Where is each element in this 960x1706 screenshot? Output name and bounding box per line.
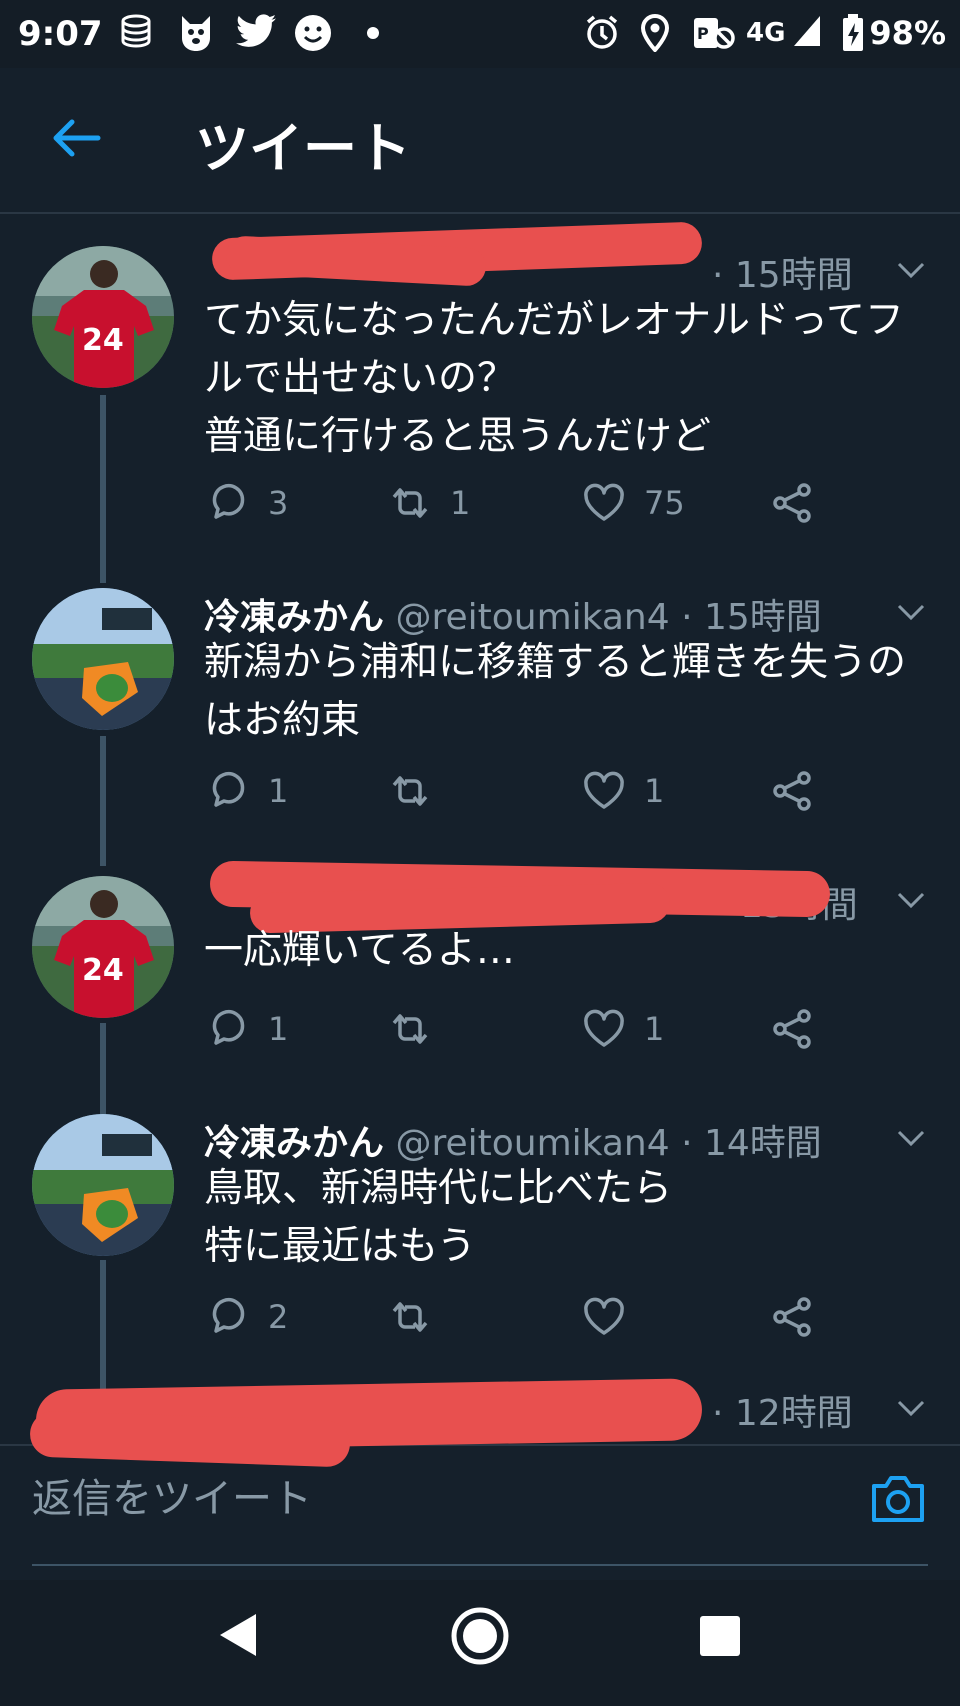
status-bar: 9:07 P 4G 98% xyxy=(0,0,960,68)
reply-button[interactable]: 2 xyxy=(206,1292,288,1342)
reply-button[interactable]: 1 xyxy=(206,1004,288,1054)
like-count: 1 xyxy=(644,1010,665,1048)
chevron-down-icon[interactable] xyxy=(896,890,926,910)
share-button[interactable] xyxy=(770,1292,814,1342)
alarm-icon xyxy=(584,14,620,60)
tweet-text: 鳥取、新潟時代に比べたら 特に最近はもう xyxy=(204,1166,673,1269)
tweet-time: · 15時間 xyxy=(681,597,822,638)
retweet-button[interactable] xyxy=(388,766,450,816)
share-icon xyxy=(773,483,811,523)
heart-icon xyxy=(584,1009,624,1047)
retweet-icon xyxy=(392,488,428,518)
reply-button[interactable]: 3 xyxy=(206,478,288,528)
tweet-item[interactable]: 冷凍みかん @reitoumikan4 · 14時間 鳥取、新潟時代に比べたら … xyxy=(0,1096,960,1337)
tweet-actions: 1 1 xyxy=(204,766,844,816)
tweet-time: · 12時間 xyxy=(712,1393,853,1434)
divider xyxy=(32,1564,928,1566)
battery-percent: 98% xyxy=(869,14,946,52)
chevron-down-icon[interactable] xyxy=(896,260,926,280)
svg-text:24: 24 xyxy=(82,323,124,358)
tweet-actions: 2 xyxy=(204,1292,844,1342)
smiley-icon xyxy=(294,14,332,62)
svg-text:P: P xyxy=(697,24,709,43)
retweet-icon xyxy=(392,1302,428,1332)
avatar[interactable] xyxy=(32,588,174,730)
avatar[interactable]: 24 xyxy=(32,246,174,388)
tweet-author-line: 冷凍みかん @reitoumikan4 · 14時間 xyxy=(204,1114,822,1166)
vpn-icon: P xyxy=(692,14,736,62)
chevron-down-icon[interactable] xyxy=(896,1398,926,1418)
chevron-down-icon[interactable] xyxy=(896,1128,926,1148)
share-icon xyxy=(773,771,811,811)
like-count: 1 xyxy=(644,772,665,810)
avatar[interactable] xyxy=(32,1114,174,1256)
retweet-button[interactable] xyxy=(388,1292,450,1342)
heart-icon xyxy=(584,1297,624,1335)
share-button[interactable] xyxy=(770,766,814,816)
tweet-text: 新潟から浦和に移籍すると輝きを失うの はお約束 xyxy=(204,640,907,743)
reply-input[interactable]: 返信をツイート xyxy=(32,1466,312,1524)
share-button[interactable] xyxy=(770,1004,814,1054)
reply-count: 3 xyxy=(268,484,289,522)
reply-icon xyxy=(212,1010,245,1045)
like-button[interactable]: 75 xyxy=(582,478,685,528)
nav-back-icon[interactable] xyxy=(216,1610,260,1664)
retweet-button[interactable] xyxy=(388,1004,450,1054)
tweet-actions: 3 1 75 xyxy=(204,478,844,528)
tweet-author-line: 冷凍みかん @reitoumikan4 · 15時間 xyxy=(204,588,822,640)
author-name[interactable]: 冷凍みかん xyxy=(204,1123,384,1164)
like-button[interactable]: 1 xyxy=(582,1004,664,1054)
dot-icon xyxy=(366,18,380,58)
author-handle: @reitoumikan4 xyxy=(395,597,670,638)
app-header: ツイート xyxy=(0,68,960,214)
reply-count: 1 xyxy=(268,1010,289,1048)
battery-icon xyxy=(842,14,864,62)
reply-bar: 返信をツイート xyxy=(0,1444,960,1582)
reply-count: 1 xyxy=(268,772,289,810)
system-nav-bar xyxy=(0,1580,960,1706)
signal-icon xyxy=(792,14,822,58)
reply-button[interactable]: 1 xyxy=(206,766,288,816)
tweet-item[interactable]: 24 15時間 一応輝いてるよ… 1 1 xyxy=(0,860,960,1080)
tweet-item[interactable]: 24 · 15時間 てか気になったんだがレオナルドってフ ルで出せないの？ 普通… xyxy=(0,220,960,550)
back-arrow-icon[interactable] xyxy=(50,118,102,158)
page-title: ツイート xyxy=(195,117,411,180)
author-handle: @reitoumikan4 xyxy=(395,1123,670,1164)
retweet-count: 1 xyxy=(450,484,471,522)
nav-recents-icon[interactable] xyxy=(700,1616,740,1660)
like-count: 75 xyxy=(644,484,685,522)
tweet-text: 一応輝いてるよ… xyxy=(204,928,515,973)
dog-app-icon xyxy=(178,14,214,62)
tweet-item[interactable]: 冷凍みかん @reitoumikan4 · 15時間 新潟から浦和に移籍すると輝… xyxy=(0,570,960,840)
database-icon xyxy=(120,14,152,58)
network-label: 4G xyxy=(746,18,786,48)
tweet-actions: 1 1 xyxy=(204,1004,844,1054)
share-icon xyxy=(773,1297,811,1337)
reply-icon xyxy=(212,484,245,519)
location-icon xyxy=(640,13,670,62)
chevron-down-icon[interactable] xyxy=(896,602,926,622)
retweet-icon xyxy=(392,1014,428,1044)
like-button[interactable]: 1 xyxy=(582,766,664,816)
share-button[interactable] xyxy=(770,478,814,528)
status-time: 9:07 xyxy=(18,14,103,54)
retweet-icon xyxy=(392,776,428,806)
heart-icon xyxy=(584,483,624,521)
nav-home-icon[interactable] xyxy=(450,1606,510,1670)
reply-count: 2 xyxy=(268,1298,289,1336)
reply-icon xyxy=(212,1298,245,1333)
author-name[interactable]: 冷凍みかん xyxy=(204,597,384,638)
tweet-time: · 15時間 xyxy=(712,255,853,296)
reply-icon xyxy=(212,772,245,807)
svg-text:24: 24 xyxy=(82,953,124,988)
retweet-button[interactable]: 1 xyxy=(388,478,470,528)
like-button[interactable] xyxy=(582,1292,644,1342)
share-icon xyxy=(773,1009,811,1049)
avatar[interactable]: 24 xyxy=(32,876,174,1018)
tweet-time: · 14時間 xyxy=(681,1123,822,1164)
heart-icon xyxy=(584,771,624,809)
twitter-bird-icon xyxy=(236,14,276,58)
tweet-text: てか気になったんだがレオナルドってフ ルで出せないの？ 普通に行けると思うんだけ… xyxy=(204,298,905,459)
camera-icon[interactable] xyxy=(870,1474,926,1524)
